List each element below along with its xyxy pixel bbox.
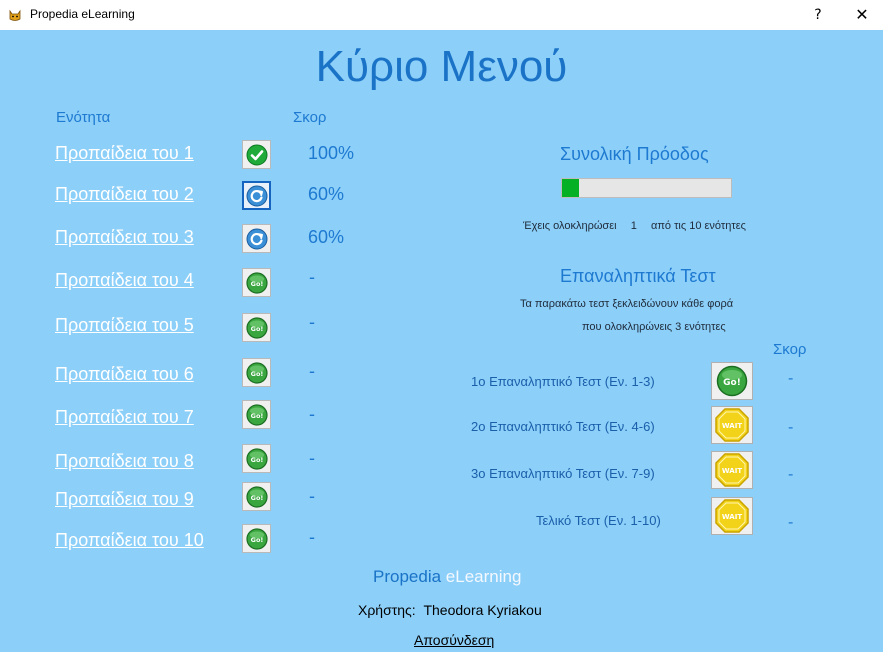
user-name: Theodora Kyriakou	[423, 602, 542, 618]
lesson-1-completed-button[interactable]	[242, 140, 271, 169]
close-button[interactable]: ✕	[850, 4, 874, 26]
help-button[interactable]: ?	[806, 4, 830, 26]
title-bar: Propedia eLearning ? ✕	[0, 0, 883, 30]
lesson-4-go-button[interactable]: Go!	[242, 268, 271, 297]
svg-text:Go!: Go!	[250, 456, 263, 464]
unit-column-header: Ενότητα	[56, 109, 111, 126]
progress-bar-fill	[562, 179, 579, 197]
svg-text:Go!: Go!	[250, 280, 263, 288]
lesson-link-5[interactable]: Προπαίδεια του 5	[55, 315, 194, 336]
review-test-4-score: -	[788, 514, 794, 531]
lesson-8-score: -	[309, 448, 315, 468]
lesson-link-1[interactable]: Προπαίδεια του 1	[55, 143, 194, 164]
score-column-header: Σκορ	[293, 109, 327, 126]
review-note-line1: Τα παρακάτω τεστ ξεκλειδώνουν κάθε φορά	[520, 298, 734, 310]
lesson-link-10[interactable]: Προπαίδεια του 10	[55, 530, 204, 551]
cat-icon	[8, 7, 22, 21]
review-note-line2: που ολοκληρώνεις 3 ενότητες	[582, 321, 726, 333]
review-tests-title: Επαναληπτικά Τεστ	[560, 266, 716, 286]
user-label: Χρήστης:	[358, 602, 416, 618]
brand-part2: eLearning	[441, 567, 522, 586]
lesson-9-score: -	[309, 486, 315, 506]
progress-text: Έχεις ολοκληρώσει 1 από τις 10 ενότητες	[523, 220, 746, 232]
lesson-1-score: 100%	[308, 143, 355, 163]
progress-bar	[561, 178, 732, 198]
lesson-5-score: -	[309, 312, 315, 332]
lesson-8-go-button[interactable]: Go!	[242, 444, 271, 473]
wait-sign-icon: WAIT	[715, 499, 749, 533]
lesson-6-score: -	[309, 361, 315, 381]
lesson-7-score: -	[309, 404, 315, 424]
logout-link[interactable]: Αποσύνδεση	[414, 632, 494, 648]
review-test-4-label: Τελικό Τεστ (Εν. 1-10)	[536, 513, 661, 528]
lesson-link-3[interactable]: Προπαίδεια του 3	[55, 227, 194, 248]
svg-text:WAIT: WAIT	[722, 422, 742, 430]
svg-text:Go!: Go!	[250, 370, 263, 378]
lesson-link-8[interactable]: Προπαίδεια του 8	[55, 451, 194, 472]
svg-text:Go!: Go!	[250, 536, 263, 544]
page-title: Κύριο Μενού	[315, 42, 568, 91]
lesson-9-go-button[interactable]: Go!	[242, 482, 271, 511]
svg-text:Go!: Go!	[250, 325, 263, 333]
review-test-2-wait-button[interactable]: WAIT	[711, 406, 753, 444]
svg-text:WAIT: WAIT	[722, 513, 742, 521]
lesson-6-go-button[interactable]: Go!	[242, 358, 271, 387]
review-test-1-go-button[interactable]: Go!	[711, 362, 753, 400]
lesson-link-4[interactable]: Προπαίδεια του 4	[55, 270, 194, 291]
review-test-3-label: 3ο Επαναληπτικό Τεστ (Εν. 7-9)	[471, 466, 655, 481]
review-test-1-label: 1ο Επαναληπτικό Τεστ (Εν. 1-3)	[471, 374, 655, 389]
lesson-link-7[interactable]: Προπαίδεια του 7	[55, 407, 194, 428]
svg-text:WAIT: WAIT	[722, 467, 742, 475]
progress-title: Συνολική Πρόοδος	[560, 144, 709, 164]
lesson-link-6[interactable]: Προπαίδεια του 6	[55, 364, 194, 385]
go-icon: Go!	[716, 365, 748, 397]
progress-text-after: από τις 10 ενότητες	[650, 220, 746, 232]
review-test-2-label: 2ο Επαναληπτικό Τεστ (Εν. 4-6)	[471, 419, 655, 434]
svg-text:Go!: Go!	[723, 378, 741, 388]
brand-part1: Propedia	[373, 567, 442, 586]
lesson-4-score: -	[309, 267, 315, 287]
lesson-2-score: 60%	[308, 184, 345, 204]
lesson-link-2[interactable]: Προπαίδεια του 2	[55, 184, 194, 205]
lesson-link-9[interactable]: Προπαίδεια του 9	[55, 489, 194, 510]
lesson-5-go-button[interactable]: Go!	[242, 313, 271, 342]
lesson-10-score: -	[309, 527, 315, 547]
window-title: Propedia eLearning	[30, 7, 135, 21]
svg-text:Go!: Go!	[250, 412, 263, 420]
progress-completed-count: 1	[630, 220, 637, 232]
progress-text-before: Έχεις ολοκληρώσει	[523, 220, 617, 232]
review-score-header: Σκορ	[773, 341, 807, 358]
lesson-3-retry-button[interactable]	[242, 224, 271, 253]
user-info: Χρήστης: Theodora Kyriakou	[358, 602, 542, 618]
review-test-1-score: -	[788, 370, 794, 387]
lesson-10-go-button[interactable]: Go!	[242, 524, 271, 553]
lesson-2-retry-button[interactable]	[242, 181, 271, 210]
lesson-7-go-button[interactable]: Go!	[242, 400, 271, 429]
wait-sign-icon: WAIT	[715, 453, 749, 487]
review-test-4-wait-button[interactable]: WAIT	[711, 497, 753, 535]
brand-logo: Propedia eLearning	[373, 567, 521, 587]
review-test-3-score: -	[788, 466, 794, 483]
review-test-3-wait-button[interactable]: WAIT	[711, 451, 753, 489]
review-test-2-score: -	[788, 419, 794, 436]
lesson-3-score: 60%	[308, 227, 345, 247]
svg-text:Go!: Go!	[250, 494, 263, 502]
wait-sign-icon: WAIT	[715, 408, 749, 442]
